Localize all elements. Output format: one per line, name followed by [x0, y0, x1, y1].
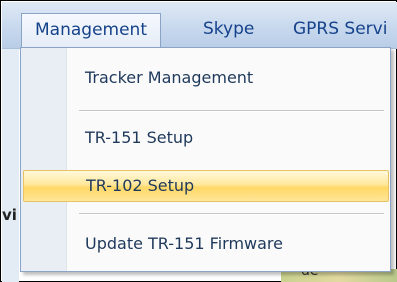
menu-skype[interactable]: Skype	[203, 13, 254, 45]
left-panel-strip	[2, 49, 19, 282]
window-frame: Management Skype GPRS Servi vi de Tracke…	[0, 0, 397, 282]
menu-separator	[79, 110, 384, 112]
menu-separator	[79, 213, 384, 215]
menu-item-update-tr151-firmware[interactable]: Update TR-151 Firmware	[23, 228, 387, 260]
background-text-fragment: vi	[2, 206, 17, 224]
menu-item-tracker-management[interactable]: Tracker Management	[23, 62, 387, 94]
menu-management[interactable]: Management	[21, 13, 161, 48]
menu-item-label: TR-151 Setup	[85, 128, 194, 147]
menu-bar: Management Skype GPRS Servi	[2, 2, 397, 49]
management-dropdown-menu: Tracker Management TR-151 Setup TR-102 S…	[20, 47, 391, 272]
menu-item-label: Tracker Management	[85, 68, 254, 87]
menu-gprs-service[interactable]: GPRS Servi	[293, 13, 387, 45]
menu-item-label: TR-102 Setup	[86, 176, 195, 195]
menu-item-tr151-setup[interactable]: TR-151 Setup	[23, 122, 387, 154]
menu-item-tr102-setup[interactable]: TR-102 Setup	[23, 170, 389, 202]
menu-item-label: Update TR-151 Firmware	[85, 234, 283, 253]
